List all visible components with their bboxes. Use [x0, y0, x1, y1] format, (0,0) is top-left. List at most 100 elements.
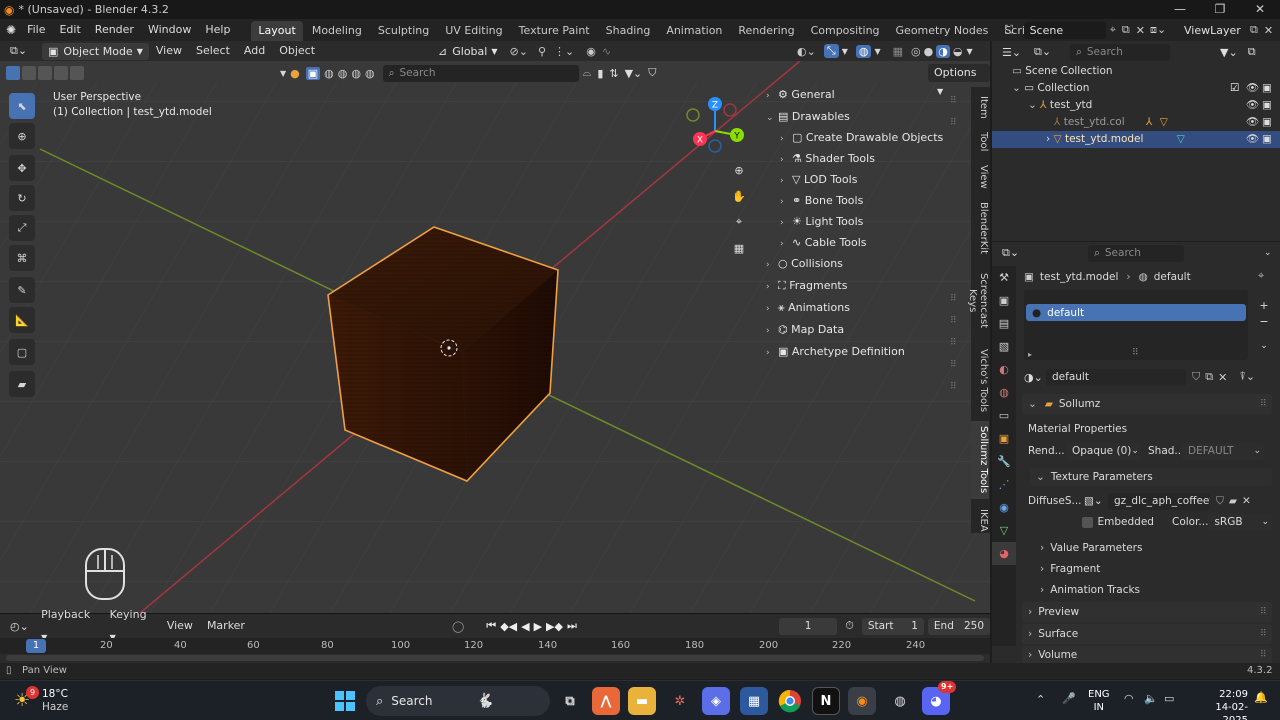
view-layer-tab-icon[interactable]: ▧: [992, 335, 1016, 358]
node-tree-icon[interactable]: ⍒⌄: [1239, 370, 1255, 384]
sollumz-panel-header[interactable]: ⌄ ▰ Sollumz ⠿: [1022, 394, 1272, 414]
material-slot-row[interactable]: ● default: [1026, 304, 1246, 321]
tab-modeling[interactable]: Modeling: [305, 21, 369, 41]
np-archetype-definition[interactable]: › ▣ Archetype Definition: [766, 341, 905, 362]
measure-tool-icon[interactable]: 📐: [9, 307, 35, 333]
properties-search-input[interactable]: ⌕ Search: [1088, 244, 1184, 262]
scene-field[interactable]: Scene: [1023, 21, 1106, 39]
camera-icon[interactable]: ▣: [1262, 114, 1272, 131]
annotate-tool-icon[interactable]: ✎: [9, 277, 35, 303]
eye-icon[interactable]: 👁: [1246, 80, 1259, 97]
properties-editor[interactable]: ⧉⌄ ⌕ Search ⌄ ⚒ ▣ ▤ ▧ ◐ ◍ ▭ ▣ 🔧 ⋰ ◉ ▽ ◕ …: [992, 242, 1280, 663]
filter-mesh-icon[interactable]: ◍: [324, 67, 334, 80]
snap-target-icon[interactable]: ⋮⌄: [554, 45, 574, 58]
filter-icon[interactable]: ▼⌄: [625, 67, 643, 80]
current-frame-field[interactable]: 1: [778, 617, 838, 635]
eye-icon[interactable]: 👁: [1246, 97, 1259, 114]
menu-view[interactable]: View: [149, 41, 189, 62]
properties-editor-icon[interactable]: ⧉⌄: [1002, 246, 1028, 260]
filter-camera-icon[interactable]: ◍: [365, 67, 375, 80]
diffuse-texture-field[interactable]: gz_dlc_aph_coffeeta...: [1108, 492, 1210, 510]
sollumz-tool-icon[interactable]: ▰: [9, 371, 35, 397]
chevron-down-icon[interactable]: ▼: [966, 47, 972, 56]
display-mode-icon[interactable]: ⧉⌄: [1034, 45, 1060, 59]
menu-object[interactable]: Object: [272, 41, 322, 62]
image-browse-icon[interactable]: ▧⌄: [1084, 495, 1108, 507]
drag-handle-icon[interactable]: ⠿: [1260, 399, 1267, 409]
np-cable-tools[interactable]: › ∿ Cable Tools: [780, 232, 867, 253]
world-tab-icon[interactable]: ◍: [992, 381, 1016, 404]
app-star-icon[interactable]: ✲: [666, 687, 694, 715]
np-map-data[interactable]: › ⌬ Map Data: [766, 319, 844, 340]
select-intersect-icon[interactable]: [70, 66, 84, 80]
value-parameters-row[interactable]: › Value Parameters: [1040, 539, 1142, 557]
tab-compositing[interactable]: Compositing: [804, 21, 887, 41]
particles-tab-icon[interactable]: ⋰: [992, 473, 1016, 496]
add-slot-icon[interactable]: +: [1255, 298, 1273, 314]
move-tool-icon[interactable]: ✥: [9, 155, 35, 181]
shader-dropdown[interactable]: DEFAULT ⌄: [1182, 442, 1264, 460]
overlay-toggle-icon[interactable]: ◍: [855, 44, 872, 58]
remove-slot-icon[interactable]: −: [1255, 314, 1273, 330]
physics-tab-icon[interactable]: ◉: [992, 496, 1016, 519]
modifier-tab-icon[interactable]: 🔧: [992, 450, 1016, 473]
menu-marker[interactable]: Marker: [200, 615, 252, 637]
snap-icon[interactable]: ⚲: [538, 45, 546, 58]
unlink-material-icon[interactable]: ✕: [1218, 371, 1227, 384]
material-slot-list[interactable]: ● default ▸ ⠿: [1024, 290, 1248, 360]
playhead-frame[interactable]: 1: [26, 639, 46, 653]
view-layer-field[interactable]: ViewLayer: [1178, 22, 1246, 39]
select-tool-icon[interactable]: ⬉: [9, 93, 35, 119]
fake-user-shield-icon[interactable]: ⛉: [1216, 495, 1224, 508]
np-drag-handles[interactable]: ⠿ ⠿ ⠿ ⠿ ⠿ ⠿ ⠿: [950, 90, 962, 398]
tab-tool[interactable]: Tool: [971, 129, 989, 155]
view-layer-icon[interactable]: ⧈⌄: [1150, 23, 1178, 37]
render-bucket-dropdown[interactable]: Opaque (0) ⌄: [1066, 442, 1140, 460]
microphone-icon[interactable]: 🎤: [1062, 692, 1076, 705]
embedded-checkbox[interactable]: [1082, 516, 1093, 528]
prev-keyframe-icon[interactable]: ◆◀: [500, 620, 517, 633]
animation-tracks-row[interactable]: › Animation Tracks: [1040, 581, 1140, 599]
filter-light-icon[interactable]: ◍: [351, 67, 361, 80]
mode-selector[interactable]: ▣ Object Mode ▼: [42, 42, 149, 60]
pin-icon[interactable]: ⌖: [1110, 23, 1116, 37]
data-tab-icon[interactable]: ▽: [992, 519, 1016, 542]
rotate-tool-icon[interactable]: ↻: [9, 185, 35, 211]
filter-shader-icon[interactable]: ◍: [338, 67, 348, 80]
chrome-icon[interactable]: [776, 687, 804, 715]
ortho-grid-icon[interactable]: ▦: [728, 237, 750, 259]
zoom-icon[interactable]: ⊕: [728, 159, 750, 181]
chevron-down-icon[interactable]: ▼: [280, 69, 286, 78]
gizmo-toggle-icon[interactable]: ⤡: [823, 44, 839, 58]
eye-icon[interactable]: 👁: [1246, 131, 1259, 148]
tab-shading[interactable]: Shading: [599, 21, 658, 41]
jump-end-icon[interactable]: ⏭: [567, 619, 577, 633]
play-icon[interactable]: ▶: [534, 620, 542, 633]
blender-taskbar-icon[interactable]: ◉: [848, 687, 876, 715]
blender-menu-icon[interactable]: ✺: [6, 23, 16, 37]
duplicate-material-icon[interactable]: ⧉: [1205, 370, 1213, 384]
cursor-tool-icon[interactable]: ⊕: [9, 123, 35, 149]
np-shader-tools[interactable]: › ⚗ Shader Tools: [780, 148, 875, 169]
menu-file[interactable]: File: [20, 19, 52, 41]
falloff-icon[interactable]: ∿: [602, 45, 611, 58]
taskbar-search[interactable]: ⌕ Search 🐇: [366, 686, 550, 716]
maximize-icon[interactable]: ❐: [1200, 0, 1240, 19]
collection-tab-icon[interactable]: ▭: [992, 404, 1016, 427]
tab-texture-paint[interactable]: Texture Paint: [512, 21, 597, 41]
tab-view[interactable]: View: [971, 163, 989, 191]
chevron-up-icon[interactable]: ⌃: [1036, 693, 1045, 706]
battery-icon[interactable]: ▭: [1164, 692, 1174, 705]
material-browse-icon[interactable]: ◑⌄: [1024, 371, 1046, 384]
clock[interactable]: 22:09 14-02-2025: [1190, 688, 1248, 720]
unlink-image-icon[interactable]: ✕: [1242, 495, 1251, 507]
pin-icon[interactable]: ⌖: [1258, 269, 1264, 283]
outliner-search-input[interactable]: ⌕ Search: [1070, 43, 1170, 61]
color-space-dropdown[interactable]: sRGB ⌄: [1208, 513, 1272, 531]
volume-panel-header[interactable]: › Volume ⠿: [1022, 646, 1272, 663]
open-file-icon[interactable]: ▰: [1229, 495, 1237, 507]
windows-start-icon[interactable]: [333, 689, 357, 713]
copilot-icon[interactable]: ◈: [702, 687, 730, 715]
fragment-row[interactable]: › Fragment: [1040, 560, 1100, 578]
object-tab-icon[interactable]: ▣: [992, 427, 1016, 450]
